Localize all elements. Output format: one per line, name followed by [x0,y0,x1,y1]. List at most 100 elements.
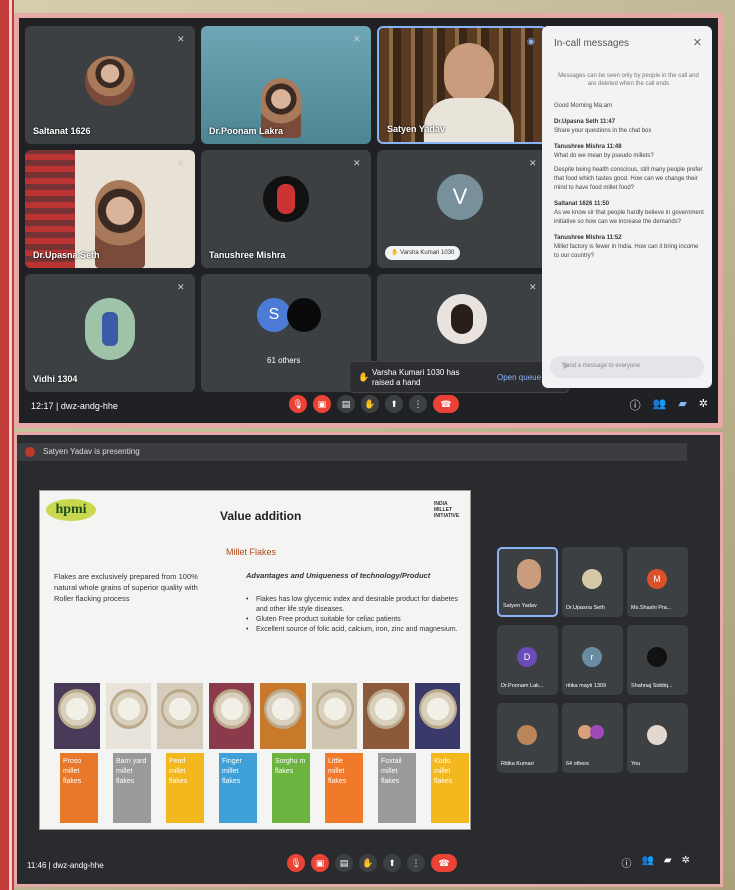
end-call-icon[interactable]: ☎ [431,854,457,872]
people-icon[interactable]: 👥 [641,855,653,870]
info-icon[interactable]: ⓘ [621,855,631,870]
chat-title: In-call messages [554,38,630,49]
participant-tile[interactable]: V ✕ ✋ Varsha Kumari 1030 [377,150,547,268]
participant-name: Ms.Shashi Pra... [631,605,672,611]
participant-avatar [517,725,537,745]
chat-panel: In-call messages ✕ Messages can be seen … [542,26,712,388]
raise-hand-icon[interactable]: ✋ [359,854,377,872]
participant-avatar [85,298,135,360]
participant-tile[interactable]: Ritika Kumari [497,703,558,773]
grain-photo [157,683,203,749]
grain-photo [260,683,306,749]
participant-name: Vidhi 1304 [33,374,78,384]
participant-tile-others[interactable]: 64 others [562,703,623,773]
participant-avatar: r [582,647,602,667]
avatar-figure [102,312,118,346]
toast-text: Varsha Kumari 1030 has raised a hand [372,368,460,387]
mic-off-icon: ✕ [177,282,185,292]
more-options-icon[interactable]: ⋮ [407,854,425,872]
present-icon[interactable]: ⬆ [383,854,401,872]
open-queue-button[interactable]: Open queue [497,373,541,382]
camera-off-icon[interactable]: ▣ [311,854,329,872]
advantages-title: Advantages and Uniqueness of technology/… [246,571,431,580]
chat-icon[interactable]: ▰ [664,855,672,870]
participant-avatar [263,176,309,222]
raised-hand-toast: ✋ Varsha Kumari 1030 has raised a hand O… [349,361,569,393]
presenting-bar: Satyen Yadav is presenting [17,443,687,461]
avatar-figure [277,184,295,214]
participant-tile[interactable]: ✕ Saltanat 1626 [25,26,195,144]
participant-avatar-dark [287,298,321,332]
captions-icon[interactable]: ▤ [337,395,355,413]
participant-tile[interactable]: ✕ Dr.Upasna Seth [25,150,195,268]
participant-tile[interactable]: ✕ Tanushree Mishra [201,150,371,268]
participant-tile-active-speaker[interactable]: ◉ Satyen Yadav [377,26,547,144]
activities-icon[interactable]: ✲ [682,855,690,870]
meeting-time-code: 12:17 | dwz-andg-hhe [31,401,118,411]
participant-name: ritika mayti 1309 [566,683,607,689]
meeting-time-code: 11:46 | dwz-andg-hhe [27,861,104,870]
send-icon[interactable]: ➤ [562,361,696,372]
captions-icon[interactable]: ▤ [335,854,353,872]
chat-sender: Saltanat 1626 11:50 [554,201,610,207]
chat-message-text: Despite being health conscious, still ma… [554,167,703,191]
participant-avatar [647,647,667,667]
participant-tile[interactable]: Dr.Upasna Seth [562,547,623,617]
mic-off-icon: ✕ [529,158,537,168]
participant-tile[interactable]: r ritika mayti 1309 [562,625,623,695]
grain-photo [54,683,100,749]
activities-icon[interactable]: ✲ [699,397,708,413]
participant-avatar [590,725,604,739]
raise-hand-icon[interactable]: ✋ [361,395,379,413]
mic-off-icon: ✕ [353,158,361,168]
speaking-icon: ◉ [527,36,535,46]
participant-tile[interactable]: Satyen Yadav [497,547,558,617]
present-icon[interactable]: ⬆ [385,395,403,413]
mic-off-icon[interactable]: 🎙 [287,854,305,872]
advantage-item: Gluten Free product suitable for celiac … [246,615,461,625]
participant-tile-others[interactable]: S 61 others [201,274,371,392]
end-call-icon[interactable]: ☎ [433,395,459,413]
chat-input[interactable]: Send a message to everyone ➤ [550,356,704,378]
flake-label: Finger millet flakes [219,753,257,823]
camera-off-icon[interactable]: ▣ [313,395,331,413]
grain-photo [105,683,151,749]
participant-avatar [582,569,602,589]
chat-message-text: Share your questions in the chat box [554,128,652,134]
others-count: 64 others [566,761,589,767]
video-grid: ✕ Saltanat 1626 ✕ Dr.Poonam Lakra ◉ Saty… [25,26,547,396]
mic-off-icon: ✕ [177,34,185,44]
advantage-item: Excellent source of folic acid, calcium,… [246,625,461,635]
participant-tile[interactable]: ✕ Vidhi 1304 [25,274,195,392]
flake-labels: Proso millet flakes Barn yard millet fla… [60,753,472,823]
grain-photo [311,683,357,749]
participant-avatar: S [257,298,291,332]
raised-hand-badge: ✋ Varsha Kumari 1030 [385,246,461,260]
left-accent-bar [0,0,14,890]
right-tools: ⓘ 👥 ▰ ✲ [618,397,708,413]
mic-off-icon[interactable]: 🎙 [289,395,307,413]
participant-tile[interactable]: M Ms.Shashi Pra... [627,547,688,617]
participant-name: Ritika Kumari [501,761,534,767]
participant-tile[interactable]: Shahnaj Siddiq... [627,625,688,695]
participant-name: You [631,761,641,767]
close-icon[interactable]: ✕ [693,36,702,49]
mic-off-icon: ✕ [529,282,537,292]
chat-message-text: What do we mean by pseudo millets? [554,153,654,159]
chat-icon[interactable]: ▰ [678,397,686,413]
presenting-label: Satyen Yadav is presenting [43,447,140,456]
grain-photo [414,683,460,749]
participant-tile[interactable]: D Dr.Poonam Lak... [497,625,558,695]
chat-note: Messages can be seen only by people in t… [558,73,699,87]
participant-name: Satyen Yadav [503,603,537,609]
meet-screenshot-top: ✕ Saltanat 1626 ✕ Dr.Poonam Lakra ◉ Saty… [14,13,723,428]
chat-message-text: Good Morning Ma;am [554,103,613,109]
more-options-icon[interactable]: ⋮ [409,395,427,413]
people-icon[interactable]: 👥 [653,397,667,413]
chat-message-text: Millet factory is fewer in India. How ca… [554,244,699,259]
participant-tile-self[interactable]: You [627,703,688,773]
participant-name: Saltanat 1626 [33,126,91,136]
chat-messages: Good Morning Ma;am Dr.Upasna Seth 11:47 … [554,102,704,261]
participant-tile[interactable]: ✕ Dr.Poonam Lakra [201,26,371,144]
info-icon[interactable]: ⓘ [630,397,641,413]
